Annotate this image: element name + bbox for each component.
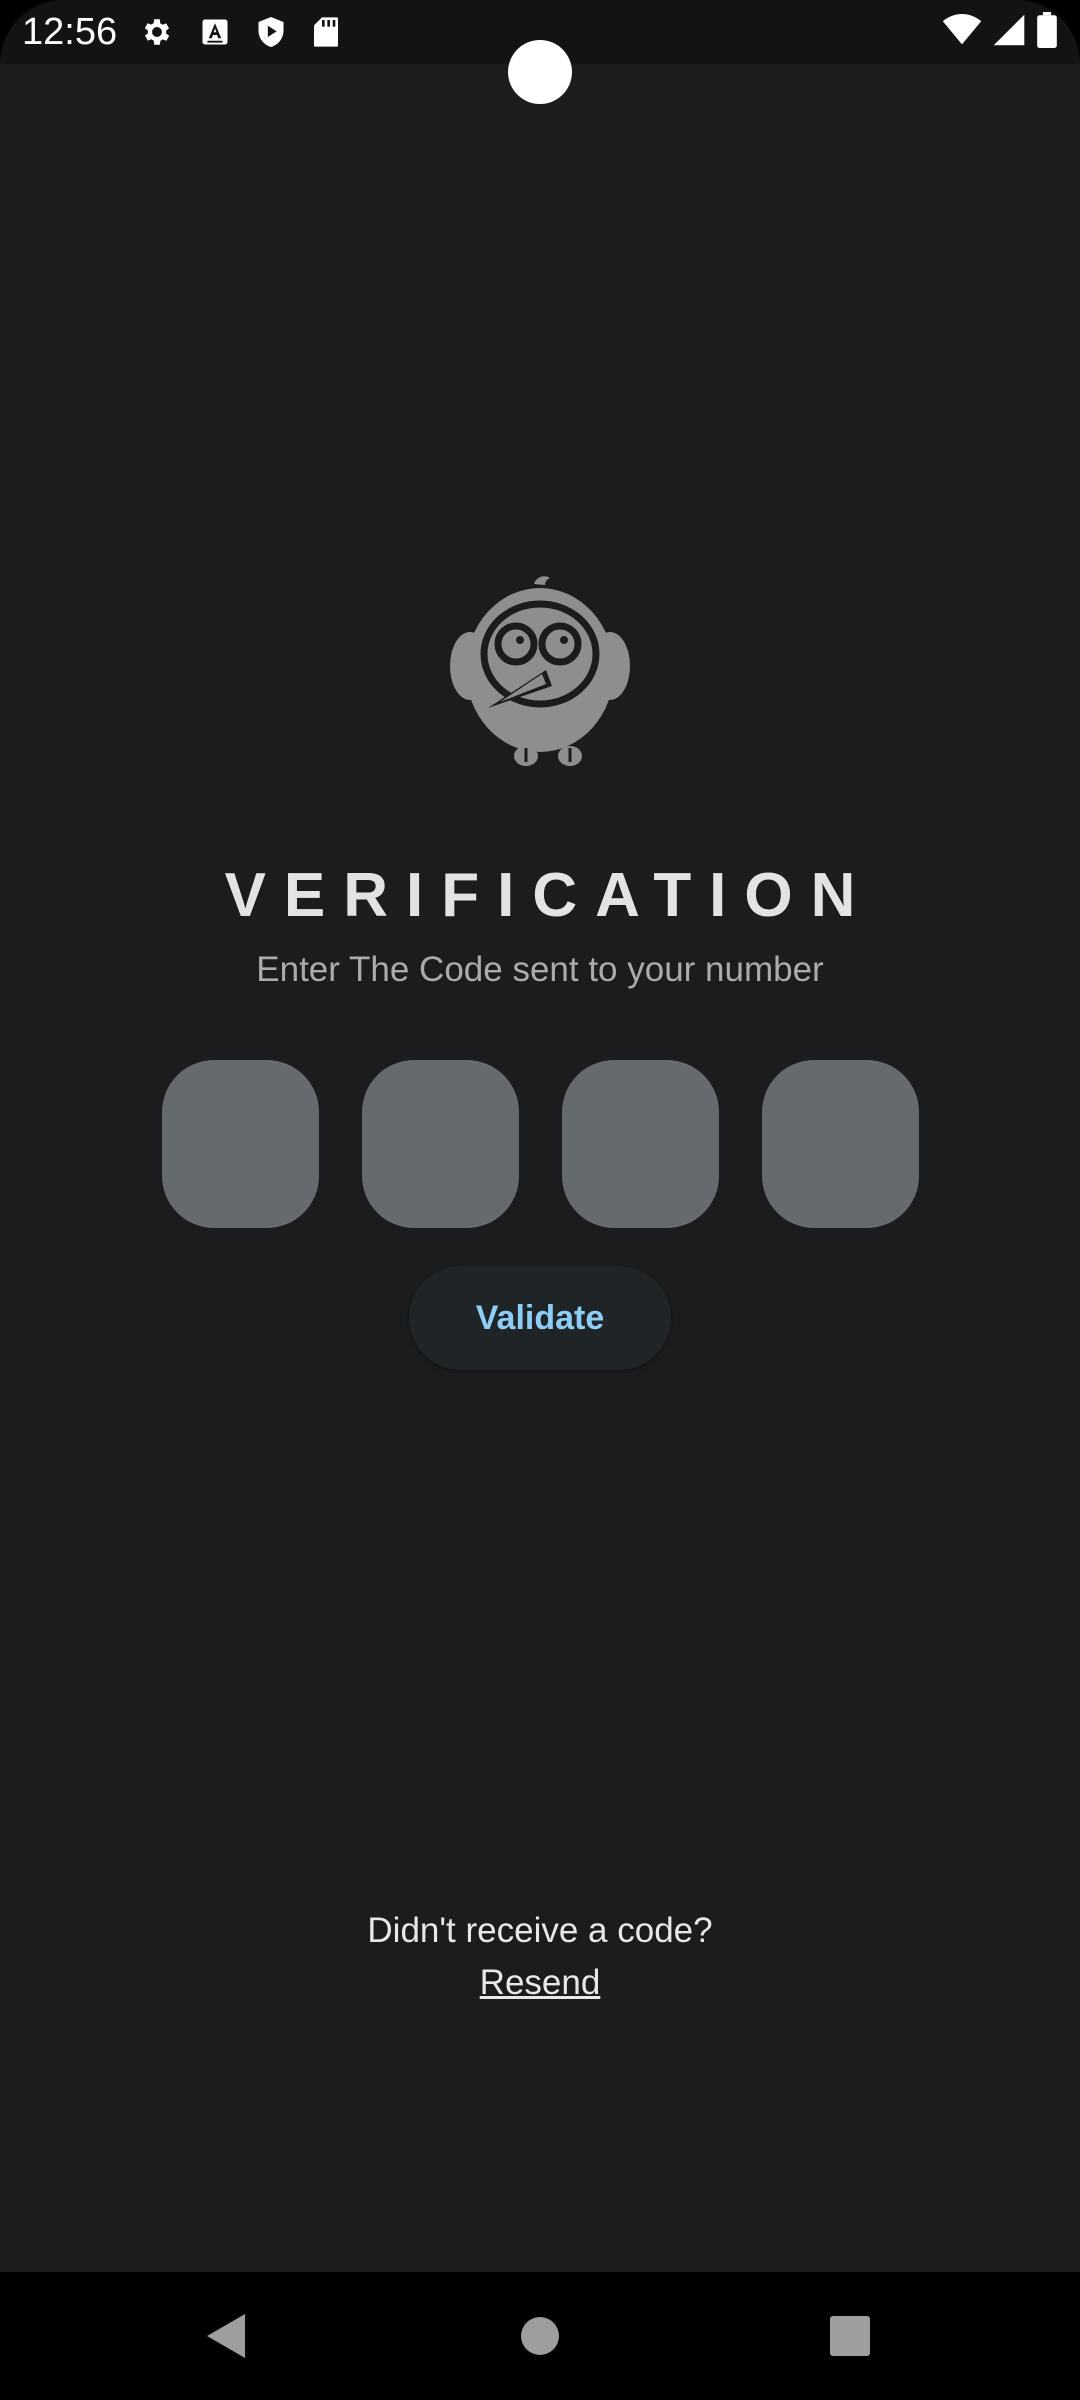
bird-logo-icon [448,574,632,770]
settings-icon [140,15,174,49]
code-input-row [162,1060,919,1228]
code-digit-2[interactable] [362,1060,519,1228]
recents-icon[interactable] [810,2296,890,2376]
resend-container: Resend [0,1958,1080,2008]
accessibility-a-icon [200,17,230,47]
validate-button[interactable]: Validate [409,1266,671,1370]
battery-icon [1036,11,1058,53]
no-code-prompt: Didn't receive a code? [367,1911,713,1950]
resend-link[interactable]: Resend [480,1963,601,2002]
status-time: 12:56 [22,11,118,53]
camera-cutout [508,40,572,104]
back-icon[interactable] [186,2296,266,2376]
navigation-bar [0,2272,1080,2400]
home-icon[interactable] [500,2296,580,2376]
code-digit-3[interactable] [562,1060,719,1228]
shield-play-icon [256,15,286,49]
sd-card-icon [312,16,340,48]
status-notification-icons [140,12,340,52]
verification-title: VERIFICATION [224,861,874,930]
wifi-icon [942,13,982,51]
code-digit-4[interactable] [762,1060,919,1228]
verification-subtitle: Enter The Code sent to your number [256,950,824,989]
code-digit-1[interactable] [162,1060,319,1228]
verification-screen: 12:56 VERIFICATION Enter The Code sent t… [0,0,1080,2400]
cell-signal-icon [992,13,1026,52]
status-system-icons [942,11,1058,53]
